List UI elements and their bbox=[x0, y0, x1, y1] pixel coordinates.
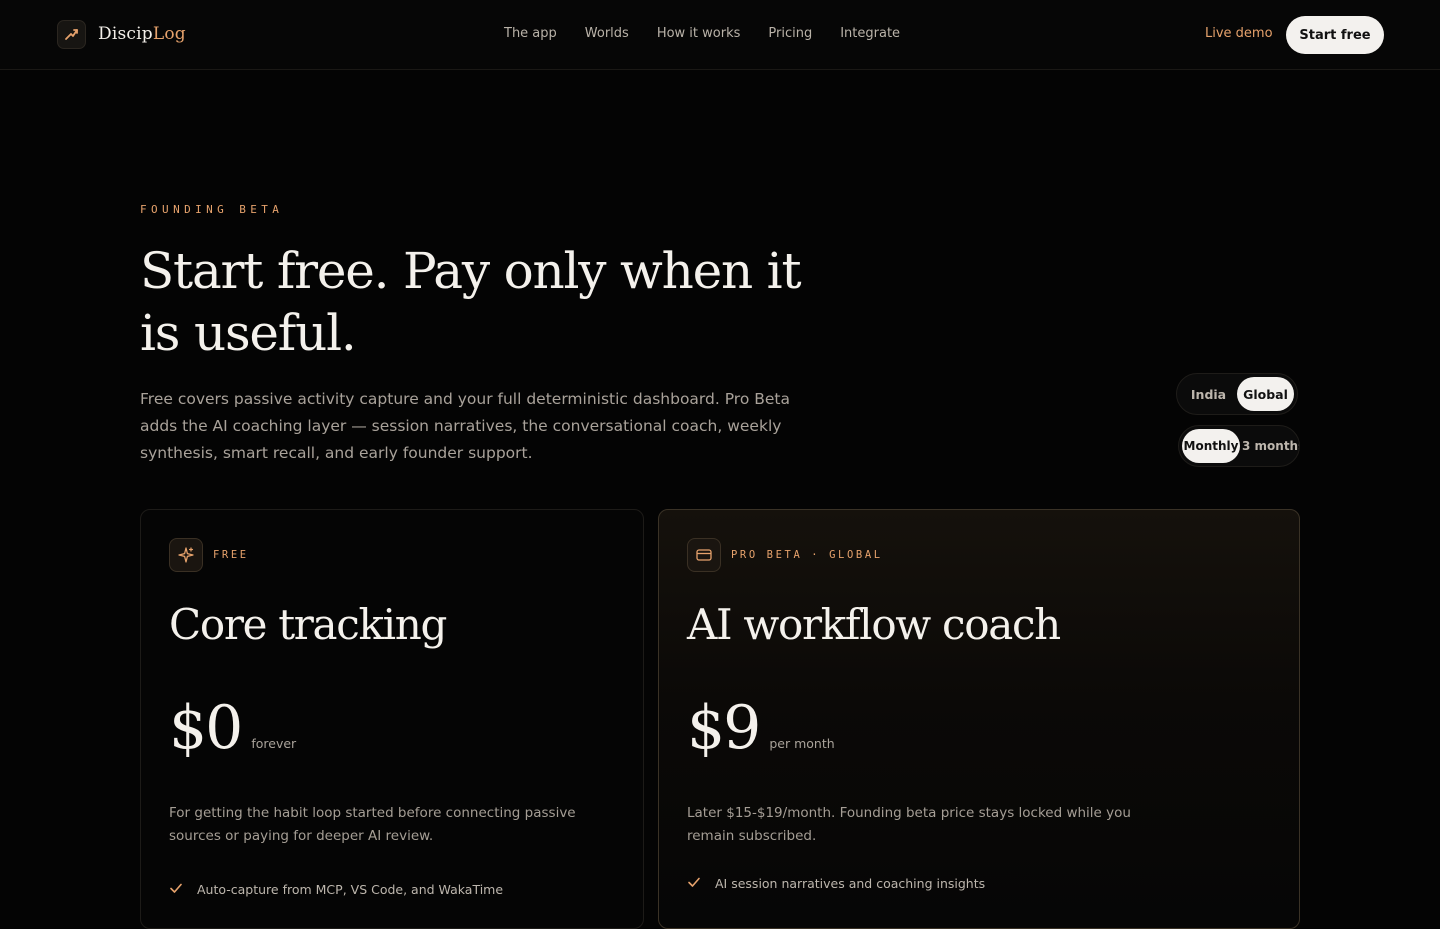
plan-title: AI workflow coach bbox=[687, 600, 1061, 649]
region-option-global[interactable]: Global bbox=[1237, 377, 1294, 411]
plan-card-free: FREE Core tracking $0 forever For gettin… bbox=[140, 509, 644, 929]
plan-card-pro: PRO BETA · GLOBAL AI workflow coach $9 p… bbox=[658, 509, 1300, 929]
plan-feature-text: AI session narratives and coaching insig… bbox=[715, 876, 986, 891]
hero-eyebrow: FOUNDING BETA bbox=[140, 203, 284, 216]
plan-price-unit: forever bbox=[251, 736, 297, 751]
plan-badge-label: FREE bbox=[213, 549, 249, 561]
sparkles-icon bbox=[169, 538, 203, 572]
live-demo-link[interactable]: Live demo bbox=[1205, 25, 1273, 43]
nav-link-integrate[interactable]: Integrate bbox=[840, 25, 900, 43]
top-nav: DiscipLog The app Worlds How it works Pr… bbox=[0, 0, 1440, 70]
hero-subtitle: Free covers passive activity capture and… bbox=[140, 390, 790, 462]
region-option-india[interactable]: India bbox=[1180, 377, 1237, 411]
credit-card-icon bbox=[687, 538, 721, 572]
period-option-3-months[interactable]: 3 months bbox=[1240, 429, 1299, 463]
nav-link-pricing[interactable]: Pricing bbox=[768, 25, 812, 43]
plan-description: For getting the habit loop started befor… bbox=[169, 805, 576, 844]
plan-feature: AI session narratives and coaching insig… bbox=[687, 874, 985, 893]
nav-link-worlds[interactable]: Worlds bbox=[585, 25, 629, 43]
plan-price: $9 bbox=[687, 693, 761, 763]
check-icon bbox=[169, 880, 183, 899]
plan-feature: Auto-capture from MCP, VS Code, and Waka… bbox=[169, 880, 503, 899]
plan-price-row: $9 per month bbox=[687, 692, 835, 764]
check-icon bbox=[687, 874, 701, 893]
brand-logo[interactable]: DiscipLog bbox=[57, 19, 186, 49]
nav-link-how-it-works[interactable]: How it works bbox=[657, 25, 741, 43]
brand-name: DiscipLog bbox=[98, 24, 186, 44]
hero-title: Start free. Pay only when it is useful. bbox=[140, 242, 802, 362]
plan-price-unit: per month bbox=[769, 736, 835, 751]
start-free-button[interactable]: Start free bbox=[1286, 16, 1384, 54]
brand-name-main: Discip bbox=[98, 24, 153, 44]
plan-price: $0 bbox=[169, 693, 243, 763]
plan-title: Core tracking bbox=[169, 600, 447, 649]
brand-name-accent: Log bbox=[152, 24, 186, 44]
nav-links: The app Worlds How it works Pricing Inte… bbox=[504, 25, 900, 43]
trend-arrow-icon bbox=[57, 19, 86, 49]
plan-feature-text: Auto-capture from MCP, VS Code, and Waka… bbox=[197, 882, 504, 897]
plan-badge-label: PRO BETA · GLOBAL bbox=[731, 549, 883, 561]
plan-price-row: $0 forever bbox=[169, 692, 296, 764]
plan-description: Later $15-$19/month. Founding beta price… bbox=[687, 805, 1131, 844]
plan-badge: PRO BETA · GLOBAL bbox=[687, 538, 883, 572]
region-toggle: India Global bbox=[1176, 373, 1298, 415]
plan-badge: FREE bbox=[169, 538, 249, 572]
nav-link-the-app[interactable]: The app bbox=[504, 25, 557, 43]
period-option-monthly[interactable]: Monthly bbox=[1182, 429, 1240, 463]
billing-period-toggle: Monthly 3 months bbox=[1178, 425, 1300, 467]
